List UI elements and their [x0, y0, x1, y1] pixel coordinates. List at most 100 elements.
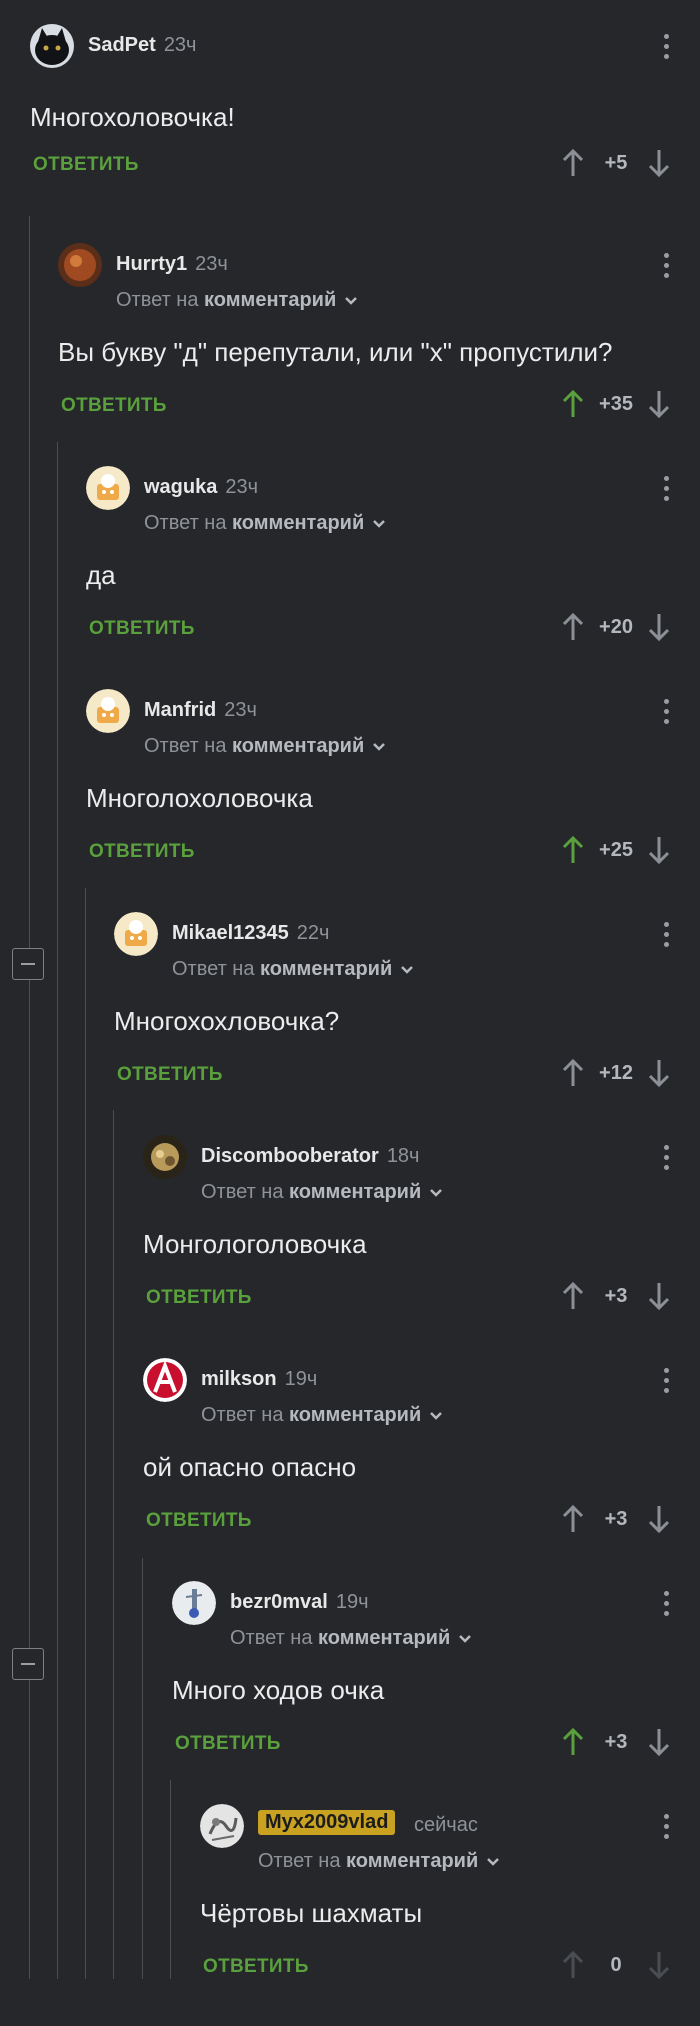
- avatar[interactable]: [143, 1358, 187, 1402]
- reply-to-link[interactable]: комментарий: [318, 1627, 450, 1649]
- vote-controls: +25: [558, 833, 674, 867]
- more-options-icon[interactable]: [664, 253, 670, 278]
- more-options-icon[interactable]: [664, 1814, 670, 1839]
- figure-avatar-icon: [172, 1581, 216, 1625]
- reply-to[interactable]: Ответ на комментарий: [230, 1627, 472, 1650]
- downvote-icon[interactable]: [644, 1056, 674, 1090]
- upvote-icon[interactable]: [558, 1279, 588, 1313]
- reply-button[interactable]: ОТВЕТИТЬ: [146, 1510, 252, 1532]
- comment-score: +3: [604, 1507, 628, 1530]
- chevron-down-icon[interactable]: [372, 735, 386, 758]
- comment-text: Многохохловочка?: [114, 1006, 340, 1036]
- upvote-icon[interactable]: [558, 610, 588, 644]
- more-options-icon[interactable]: [664, 34, 670, 59]
- downvote-icon[interactable]: [644, 146, 674, 180]
- comment-text: Многолохоловочка: [86, 783, 313, 813]
- author-name[interactable]: Myx2009vlad: [265, 1811, 388, 1833]
- comment-author[interactable]: Mikael12345 22ч: [172, 922, 329, 945]
- more-options-icon[interactable]: [664, 1145, 670, 1170]
- reply-button[interactable]: ОТВЕТИТЬ: [175, 1733, 281, 1755]
- reply-to-link[interactable]: комментарий: [289, 1404, 421, 1426]
- avatar[interactable]: [58, 243, 102, 287]
- chevron-down-icon[interactable]: [486, 1850, 500, 1873]
- upvote-icon[interactable]: [558, 387, 588, 421]
- reply-button[interactable]: ОТВЕТИТЬ: [33, 154, 139, 176]
- comment-author[interactable]: milkson 19ч: [201, 1368, 317, 1391]
- reply-to-link[interactable]: комментарий: [260, 958, 392, 980]
- comment-author[interactable]: Discombooberator 18ч: [201, 1145, 419, 1168]
- reply-to-link[interactable]: комментарий: [232, 512, 364, 534]
- reply-button[interactable]: ОТВЕТИТЬ: [146, 1287, 252, 1309]
- comment-author[interactable]: Manfrid 23ч: [144, 699, 257, 722]
- reply-to-link[interactable]: комментарий: [346, 1850, 478, 1872]
- comment-time: сейчас: [414, 1814, 478, 1836]
- avatar[interactable]: [200, 1804, 244, 1848]
- comment-author[interactable]: bezr0mval 19ч: [230, 1591, 369, 1614]
- downvote-icon[interactable]: [644, 1502, 674, 1536]
- downvote-icon[interactable]: [644, 610, 674, 644]
- reply-to-link[interactable]: комментарий: [232, 735, 364, 757]
- avatar[interactable]: [30, 24, 74, 68]
- chevron-down-icon[interactable]: [400, 958, 414, 981]
- reply-to-link[interactable]: комментарий: [204, 289, 336, 311]
- more-options-icon[interactable]: [664, 922, 670, 947]
- reply-button[interactable]: ОТВЕТИТЬ: [117, 1064, 223, 1086]
- collapse-thread-button[interactable]: [12, 1648, 44, 1680]
- author-name[interactable]: waguka: [144, 476, 217, 498]
- avatar[interactable]: [86, 466, 130, 510]
- reply-to-prefix: Ответ на: [116, 289, 199, 311]
- thread-line: [85, 888, 86, 1979]
- upvote-icon[interactable]: [558, 1502, 588, 1536]
- chevron-down-icon[interactable]: [344, 289, 358, 312]
- reply-to[interactable]: Ответ на комментарий: [201, 1181, 443, 1204]
- vote-controls: +3: [558, 1279, 674, 1313]
- comment-author[interactable]: Myx2009vlad: [258, 1810, 396, 1835]
- author-name[interactable]: Discombooberator: [201, 1145, 379, 1167]
- reply-button[interactable]: ОТВЕТИТЬ: [89, 841, 195, 863]
- reply-button[interactable]: ОТВЕТИТЬ: [203, 1956, 309, 1978]
- avatar[interactable]: [86, 689, 130, 733]
- more-options-icon[interactable]: [664, 699, 670, 724]
- comment-author[interactable]: SadPet 23ч: [88, 34, 196, 57]
- more-options-icon[interactable]: [664, 1591, 670, 1616]
- upvote-icon[interactable]: [558, 1725, 588, 1759]
- chevron-down-icon[interactable]: [429, 1181, 443, 1204]
- author-name[interactable]: Manfrid: [144, 699, 216, 721]
- downvote-icon[interactable]: [644, 1279, 674, 1313]
- upvote-icon[interactable]: [558, 146, 588, 180]
- reply-to[interactable]: Ответ на комментарий: [144, 512, 386, 535]
- comment-author[interactable]: Hurrty1 23ч: [116, 253, 228, 276]
- comment-author[interactable]: waguka 23ч: [144, 476, 258, 499]
- downvote-icon[interactable]: [644, 1725, 674, 1759]
- reply-button[interactable]: ОТВЕТИТЬ: [61, 395, 167, 417]
- downvote-icon[interactable]: [644, 1948, 674, 1982]
- author-name[interactable]: milkson: [201, 1368, 277, 1390]
- avatar[interactable]: [143, 1135, 187, 1179]
- upvote-icon[interactable]: [558, 1948, 588, 1982]
- reply-button[interactable]: ОТВЕТИТЬ: [89, 618, 195, 640]
- downvote-icon[interactable]: [644, 387, 674, 421]
- reply-to[interactable]: Ответ на комментарий: [116, 289, 358, 312]
- downvote-icon[interactable]: [644, 833, 674, 867]
- comment-text: да: [86, 560, 116, 590]
- collapse-thread-button[interactable]: [12, 948, 44, 980]
- thread-line: [170, 1780, 171, 1979]
- author-name[interactable]: Mikael12345: [172, 922, 289, 944]
- reply-to[interactable]: Ответ на комментарий: [144, 735, 386, 758]
- more-options-icon[interactable]: [664, 1368, 670, 1393]
- author-name[interactable]: SadPet: [88, 34, 156, 56]
- upvote-icon[interactable]: [558, 1056, 588, 1090]
- author-name[interactable]: Hurrty1: [116, 253, 187, 275]
- more-options-icon[interactable]: [664, 476, 670, 501]
- reply-to[interactable]: Ответ на комментарий: [201, 1404, 443, 1427]
- reply-to[interactable]: Ответ на комментарий: [172, 958, 414, 981]
- avatar[interactable]: [172, 1581, 216, 1625]
- author-name[interactable]: bezr0mval: [230, 1591, 328, 1613]
- chevron-down-icon[interactable]: [372, 512, 386, 535]
- reply-to-link[interactable]: комментарий: [289, 1181, 421, 1203]
- chevron-down-icon[interactable]: [429, 1404, 443, 1427]
- upvote-icon[interactable]: [558, 833, 588, 867]
- avatar[interactable]: [114, 912, 158, 956]
- reply-to[interactable]: Ответ на комментарий: [258, 1850, 500, 1873]
- chevron-down-icon[interactable]: [458, 1627, 472, 1650]
